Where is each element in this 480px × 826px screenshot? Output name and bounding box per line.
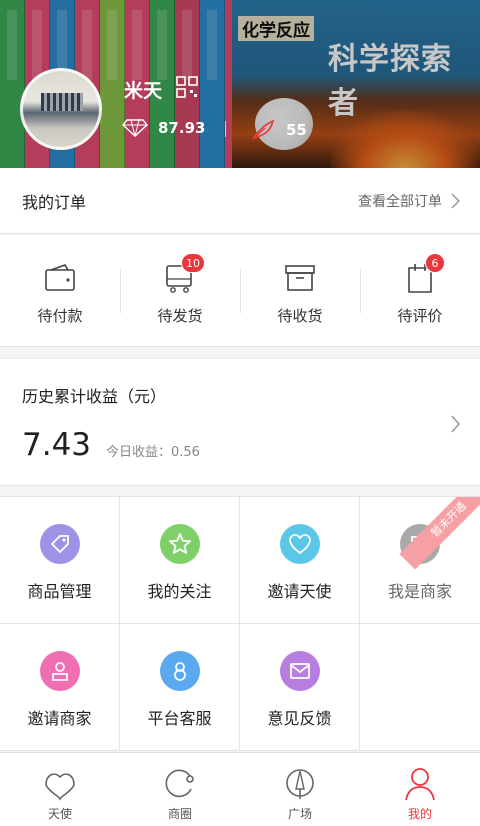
feature-my-follows[interactable]: 我的关注 xyxy=(120,497,240,624)
tab-label: 商圈 xyxy=(167,807,192,821)
box-icon xyxy=(285,265,315,291)
profile-icon xyxy=(405,768,435,801)
order-label: 待发货 xyxy=(157,307,203,325)
order-pending-shipment[interactable]: 10 待发货 xyxy=(120,235,240,346)
orders-header[interactable]: 我的订单 查看全部订单 xyxy=(0,168,480,234)
feature-label: 商品管理 xyxy=(27,582,92,601)
income-title: 历史累计收益（元） xyxy=(22,387,167,406)
income-today: 今日收益：0.56 xyxy=(106,445,200,460)
feature-label: 邀请商家 xyxy=(27,709,92,728)
diamond-stat: 87.93 xyxy=(122,119,205,137)
profile-header: 化学反应 科学探索者 米天 87.93 55 xyxy=(0,0,480,168)
order-pending-payment[interactable]: 待付款 xyxy=(0,235,120,346)
order-label: 待付款 xyxy=(37,307,83,325)
stat-divider xyxy=(225,121,226,137)
tab-label: 我的 xyxy=(407,807,432,821)
tag-icon xyxy=(39,524,80,564)
income-summary[interactable]: 历史累计收益（元） 7.43 今日收益：0.56 xyxy=(0,358,480,486)
feature-grid: 商品管理 我的关注 邀请天使 暂未开通 我是商家 邀请商家 平台客服 意见反馈 xyxy=(0,496,480,751)
order-label: 待收货 xyxy=(277,307,323,325)
angel-wing-icon xyxy=(45,773,75,801)
mail-icon xyxy=(279,651,320,691)
tab-business-circle[interactable]: 商圈 xyxy=(120,753,240,826)
feature-label: 平台客服 xyxy=(147,709,212,728)
feature-label: 我的关注 xyxy=(147,582,212,601)
star-icon xyxy=(159,524,200,564)
shipment-badge: 10 xyxy=(181,253,205,273)
view-all-orders-label: 查看全部订单 xyxy=(358,193,442,210)
heart-icon xyxy=(279,524,320,564)
feature-label: 我是商家 xyxy=(387,582,452,601)
feature-i-am-merchant[interactable]: 暂未开通 我是商家 xyxy=(360,497,480,624)
plaza-icon xyxy=(286,769,314,799)
bottom-tab-bar: 天使 商圈 广场 我的 xyxy=(0,752,480,826)
avatar[interactable] xyxy=(20,68,102,150)
merchant-icon xyxy=(39,651,80,691)
chevron-right-icon xyxy=(451,415,460,433)
qr-code-icon[interactable] xyxy=(176,76,198,98)
feature-label: 邀请天使 xyxy=(267,582,332,601)
feather-stat: 55 xyxy=(250,119,307,141)
tab-plaza[interactable]: 广场 xyxy=(240,753,360,826)
review-badge: 6 xyxy=(425,253,445,273)
order-status-bar: 待付款 10 待发货 待收货 6 待评价 xyxy=(0,235,480,347)
feature-invite-merchant[interactable]: 邀请商家 xyxy=(0,624,120,751)
feature-customer-service[interactable]: 平台客服 xyxy=(120,624,240,751)
diamond-value: 87.93 xyxy=(158,119,206,137)
order-pending-review[interactable]: 6 待评价 xyxy=(360,235,480,346)
username: 米天 xyxy=(124,80,163,102)
feather-icon xyxy=(252,119,275,140)
feather-value: 55 xyxy=(286,121,307,139)
feature-feedback[interactable]: 意见反馈 xyxy=(240,624,360,751)
order-pending-receipt[interactable]: 待收货 xyxy=(240,235,360,346)
feature-invite-angel[interactable]: 邀请天使 xyxy=(240,497,360,624)
tab-angel[interactable]: 天使 xyxy=(0,753,120,826)
tab-label: 广场 xyxy=(287,807,312,821)
feature-label: 意见反馈 xyxy=(267,709,332,728)
view-all-orders-link[interactable]: 查看全部订单 xyxy=(358,191,460,211)
tab-mine[interactable]: 我的 xyxy=(360,753,480,826)
wallet-icon xyxy=(45,264,75,291)
circle-icon xyxy=(165,769,194,798)
order-label: 待评价 xyxy=(397,307,443,325)
income-total: 7.43 xyxy=(22,427,92,463)
feature-empty-slot xyxy=(360,624,480,751)
orders-title: 我的订单 xyxy=(22,192,87,212)
feature-product-management[interactable]: 商品管理 xyxy=(0,497,120,624)
chevron-right-icon xyxy=(451,192,460,209)
diamond-icon xyxy=(122,119,148,137)
headset-icon xyxy=(159,651,200,691)
tab-label: 天使 xyxy=(47,807,72,821)
